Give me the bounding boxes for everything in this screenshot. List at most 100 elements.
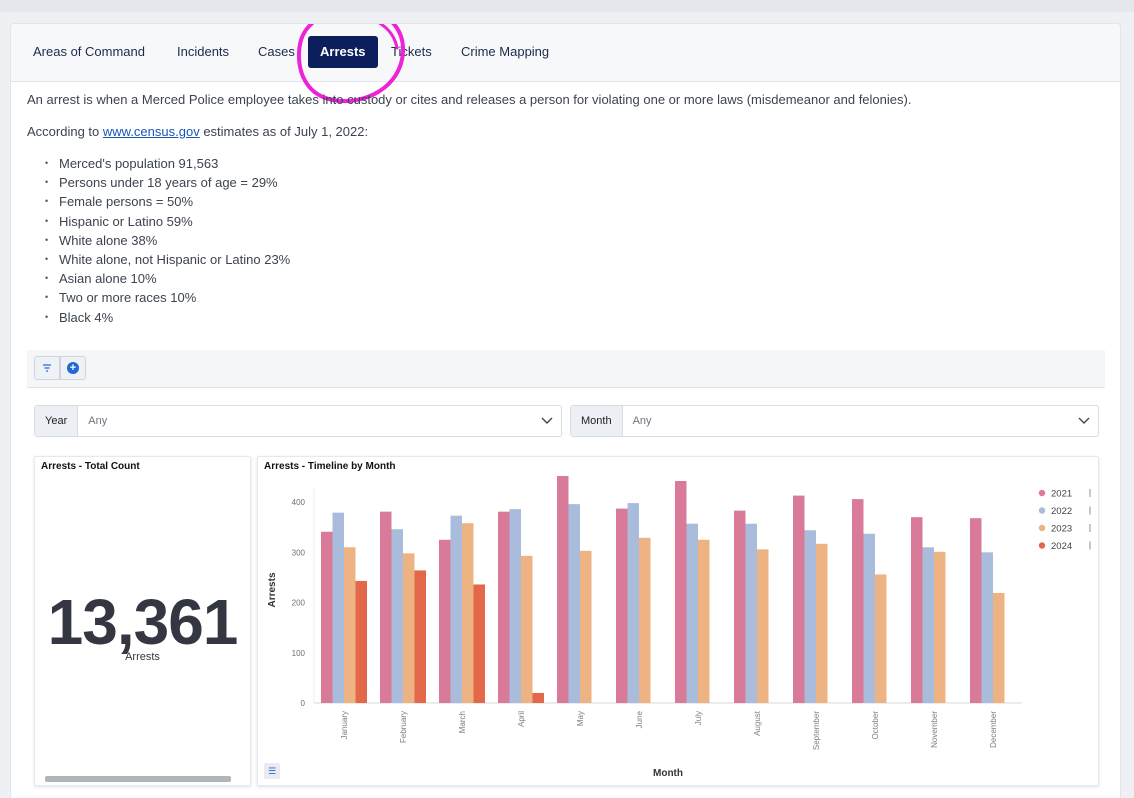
bar-2021-november xyxy=(911,517,923,703)
bar-2021-december xyxy=(970,518,982,703)
bar-2023-april xyxy=(521,555,533,703)
horizontal-scrollbar[interactable] xyxy=(39,775,247,783)
x-tick-label: December xyxy=(989,711,998,748)
y-tick-label: 300 xyxy=(292,548,306,557)
bar-2022-september xyxy=(804,530,816,703)
bar-2023-february xyxy=(403,553,415,703)
intro-section: An arrest is when a Merced Police employ… xyxy=(27,90,1107,327)
dashboard-card: Areas of Command Incidents Cases Arrests… xyxy=(10,23,1121,798)
bar-2022-august xyxy=(745,523,757,703)
legend-options-icon xyxy=(1089,541,1091,550)
tab-incidents[interactable]: Incidents xyxy=(165,36,241,68)
bar-2021-october xyxy=(852,499,864,703)
bar-2023-october xyxy=(875,574,887,703)
total-count-panel: Arrests - Total Count 13,361 Arrests xyxy=(34,456,251,786)
census-link[interactable]: www.census.gov xyxy=(103,124,200,139)
bar-2021-june xyxy=(616,508,628,703)
bar-2024-january xyxy=(355,580,367,703)
year-filter-label: Year xyxy=(35,406,79,436)
total-count-title: Arrests - Total Count xyxy=(41,461,140,472)
list-icon: ☰ xyxy=(267,765,277,776)
legend-toggle-button[interactable]: ☰ xyxy=(264,763,280,779)
dashboard-toolbar: + xyxy=(27,350,1105,388)
list-item: White alone, not Hispanic or Latino 23% xyxy=(45,250,1107,269)
tab-areas-of-command[interactable]: Areas of Command xyxy=(21,36,157,68)
x-axis-title: Month xyxy=(653,768,683,779)
legend-swatch-2023 xyxy=(1038,524,1046,532)
bar-2022-april xyxy=(509,509,521,703)
month-filter-value: Any xyxy=(632,415,652,427)
bar-2022-march xyxy=(450,515,462,703)
y-tick-label: 200 xyxy=(292,599,306,608)
list-item: Female persons = 50% xyxy=(45,192,1107,211)
bar-2021-april xyxy=(498,511,510,703)
bar-2023-november xyxy=(934,551,946,703)
scrollbar-thumb[interactable] xyxy=(45,776,231,782)
chevron-down-icon xyxy=(533,417,561,425)
y-axis-title: Arrests xyxy=(267,572,278,607)
bar-2021-september xyxy=(793,495,805,703)
legend-options-icon xyxy=(1089,506,1091,515)
bar-2021-march xyxy=(439,539,451,703)
bar-2024-march xyxy=(473,584,485,703)
y-tick-label: 100 xyxy=(292,649,306,658)
timeline-bar-chart: 0 100 200 300 400 January February March April Ma… xyxy=(267,475,1091,779)
legend-swatch-2024 xyxy=(1038,542,1046,549)
bar-2023-june xyxy=(639,537,651,703)
bar-2023-august xyxy=(757,549,769,703)
bar-2023-july xyxy=(698,539,710,703)
x-tick-label: February xyxy=(399,711,408,743)
year-filter-value: Any xyxy=(88,415,108,427)
legend-swatch-2021 xyxy=(1038,489,1046,497)
x-tick-label: July xyxy=(694,711,703,725)
legend-label-2024: 2024 xyxy=(1051,541,1072,552)
legend-label-2021: 2021 xyxy=(1051,489,1072,500)
bar-2024-february xyxy=(414,570,426,703)
x-tick-label: October xyxy=(871,711,880,740)
bar-2024-april xyxy=(532,692,544,703)
bar-2021-august xyxy=(734,510,746,703)
y-tick-label: 0 xyxy=(301,699,306,708)
x-tick-label: September xyxy=(812,711,821,750)
bar-2022-july xyxy=(686,523,698,703)
plus-icon: + xyxy=(67,362,79,374)
x-tick-label: January xyxy=(340,711,349,739)
list-item: Black 4% xyxy=(45,308,1107,327)
total-count-label: Arrests xyxy=(125,651,160,663)
x-tick-label: March xyxy=(458,711,467,733)
bar-2022-november xyxy=(922,547,934,703)
year-filter[interactable]: Year Any xyxy=(34,405,562,437)
list-item: Persons under 18 years of age = 29% xyxy=(45,173,1107,192)
legend-label-2022: 2022 xyxy=(1051,506,1072,517)
list-item: Two or more races 10% xyxy=(45,288,1107,307)
census-line: According to www.census.gov estimates as… xyxy=(27,122,1107,142)
tab-crime-mapping[interactable]: Crime Mapping xyxy=(449,36,561,68)
x-tick-label: May xyxy=(576,711,585,726)
chevron-down-icon xyxy=(1070,417,1098,425)
population-facts-list: Merced's population 91,563 Persons under… xyxy=(27,154,1107,327)
bar-2021-may xyxy=(557,475,569,703)
bar-2021-february xyxy=(380,511,392,703)
bar-2023-january xyxy=(344,547,356,703)
top-strip xyxy=(0,0,1134,12)
dashboard-area: + Year Any Month Any Arrests - Total Cou… xyxy=(27,350,1105,798)
add-filter-button[interactable]: + xyxy=(60,356,86,380)
month-filter[interactable]: Month Any xyxy=(570,405,1099,437)
bar-2022-december xyxy=(981,552,993,703)
x-tick-label: April xyxy=(517,711,526,727)
list-item: White alone 38% xyxy=(45,231,1107,250)
x-tick-label: June xyxy=(635,710,644,728)
month-filter-label: Month xyxy=(571,406,623,436)
bar-2023-may xyxy=(580,550,592,703)
legend-label-2023: 2023 xyxy=(1051,524,1072,535)
bar-2021-january xyxy=(321,531,333,703)
y-tick-label: 400 xyxy=(292,498,306,507)
bar-2023-september xyxy=(816,543,828,703)
filter-icon xyxy=(43,364,51,372)
tab-bar: Areas of Command Incidents Cases Arrests… xyxy=(11,24,1120,82)
x-tick-label: November xyxy=(930,711,939,748)
list-item: Merced's population 91,563 xyxy=(45,154,1107,173)
bar-2022-february xyxy=(391,529,403,703)
total-count-value: 13,361 xyxy=(47,586,239,658)
filter-toggle-button[interactable] xyxy=(34,356,60,380)
